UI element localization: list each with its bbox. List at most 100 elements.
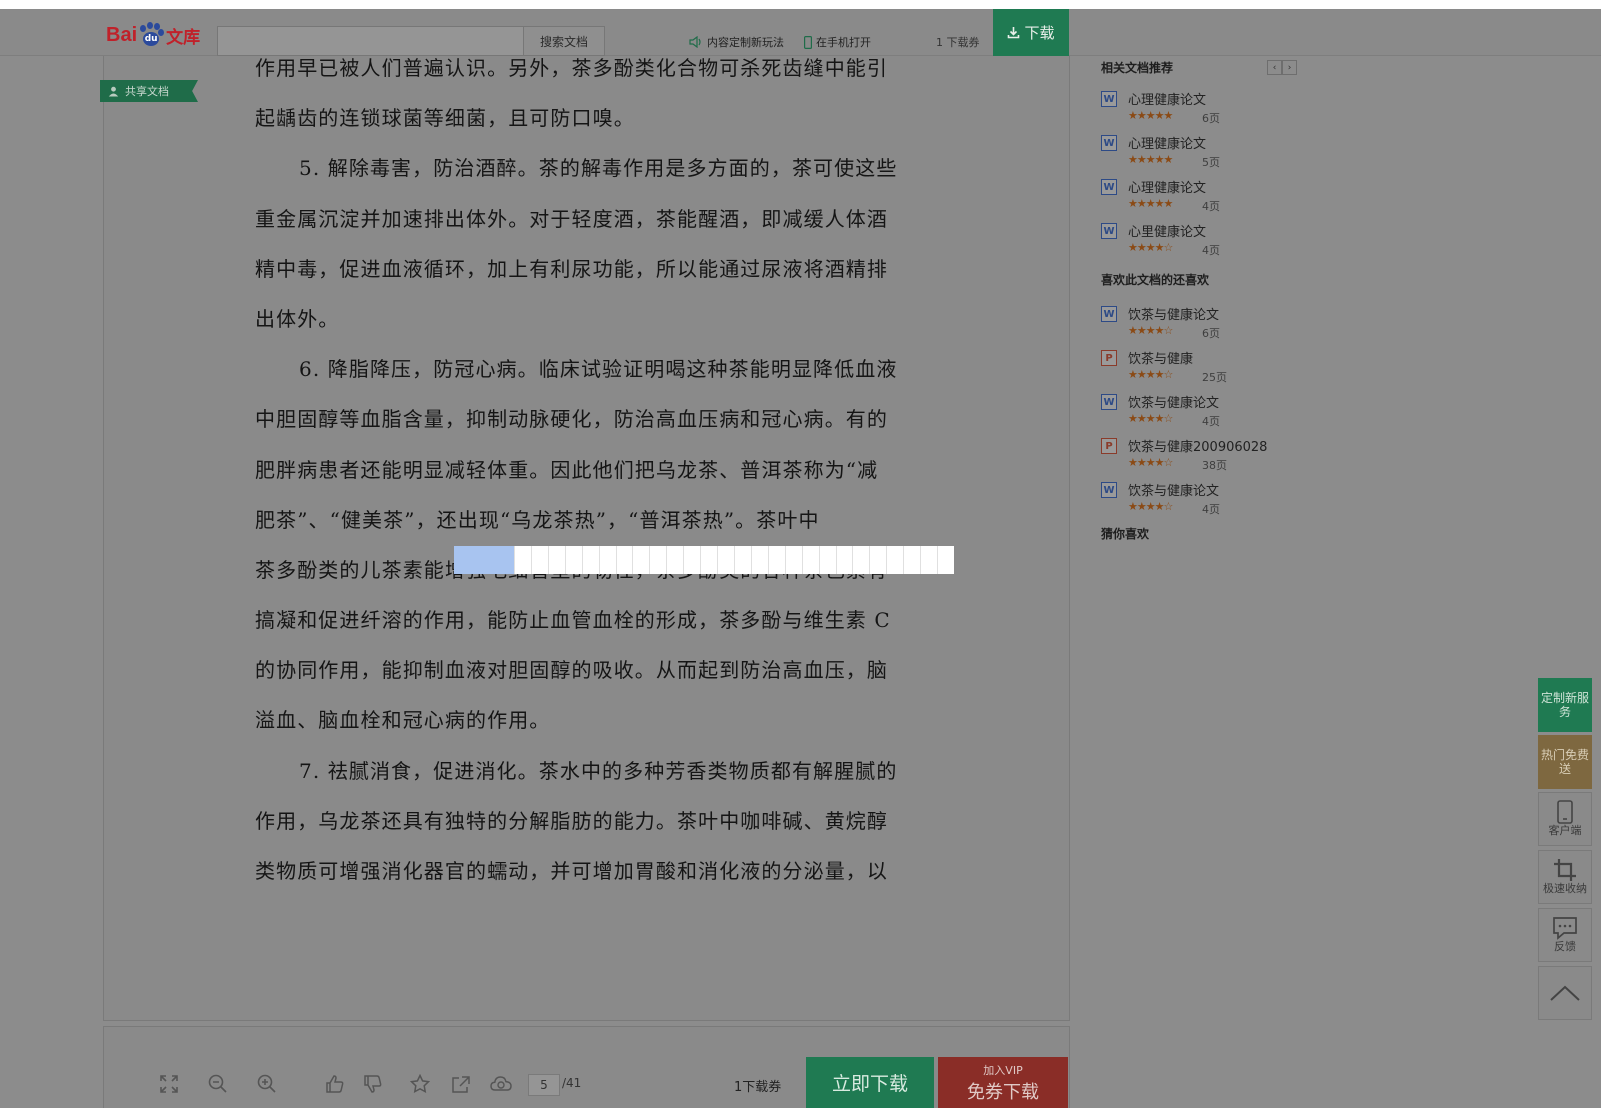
download-icon	[1008, 27, 1020, 39]
vip-free-download-button[interactable]: 加入VIP 免券下载	[938, 1057, 1068, 1108]
document-line: 搞凝和促进纤溶的作用，能防止血管血栓的形成，茶多酚与维生素 C	[255, 608, 891, 633]
chevron-up-icon	[1550, 985, 1580, 1001]
document-line: 起龋齿的连锁球菌等细菌，且可防口嗅。	[255, 106, 635, 131]
word-file-icon: W	[1101, 394, 1117, 410]
feedback-label: 反馈	[1554, 940, 1576, 953]
guess-you-like-title: 猜你喜欢	[1101, 527, 1150, 541]
document-line: 重金属沉淀并加速排出体外。对于轻度酒，茶能醒酒，即减缓人体酒	[255, 206, 888, 231]
ppt-file-icon: P	[1101, 350, 1117, 366]
sidebar-doc-title[interactable]: 饮茶与健康论文	[1128, 304, 1219, 323]
header-download-button[interactable]: 下载	[993, 9, 1069, 56]
page-count: 25页	[1202, 371, 1227, 384]
sidebar-doc-item[interactable]: P 饮茶与健康 ★★★★☆ 25页	[1101, 344, 1301, 384]
document-line: 肥胖病患者还能明显减轻体重。因此他们把乌龙茶、普洱茶称为“减	[255, 457, 879, 482]
fullscreen-icon[interactable]	[158, 1073, 180, 1095]
page-count: 4页	[1202, 503, 1220, 516]
sidebar-doc-title[interactable]: 饮茶与健康论文	[1128, 480, 1219, 499]
feedback-button[interactable]: 反馈	[1538, 908, 1592, 962]
rating-stars: ★★★★☆	[1128, 368, 1173, 381]
cloud-save-icon[interactable]	[490, 1073, 512, 1095]
page-count: 38页	[1202, 459, 1227, 472]
download-now-button[interactable]: 立即下载	[806, 1057, 934, 1108]
sidebar-doc-item[interactable]: W 心理健康论文 ★★★★★ 4页	[1101, 173, 1301, 213]
document-line: 7. 祛腻消食，促进消化。茶水中的多种芳香类物质都有解腥腻的	[299, 758, 898, 783]
document-line: 出体外。	[255, 306, 340, 331]
page-total: /41	[562, 1076, 582, 1090]
sidebar-doc-item[interactable]: W 饮茶与健康论文 ★★★★☆ 4页	[1101, 476, 1301, 516]
rating-stars: ★★★★☆	[1128, 241, 1173, 254]
page-number-input[interactable]: 5	[528, 1074, 560, 1096]
user-icon	[108, 86, 119, 96]
zoom-out-icon[interactable]	[207, 1073, 229, 1095]
sidebar-doc-title[interactable]: 饮茶与健康论文	[1128, 392, 1219, 411]
loading-progress-segment	[454, 546, 514, 574]
loading-placeholder-bar	[454, 546, 954, 574]
thumbs-down-icon[interactable]	[362, 1073, 384, 1095]
sidebar-doc-title[interactable]: 饮茶与健康	[1128, 348, 1193, 367]
vip-join-label: 加入VIP	[983, 1063, 1023, 1077]
logo-du-text: du	[144, 34, 158, 44]
crop-icon	[1554, 859, 1576, 881]
document-line: 5. 解除毒害，防治酒醉。茶的解毒作用是多方面的，茶可使这些	[299, 156, 898, 181]
sidebar-doc-item[interactable]: W 心理健康论文 ★★★★★ 6页	[1101, 85, 1301, 125]
prev-arrow-icon[interactable]: ‹	[1267, 60, 1282, 75]
share-icon[interactable]	[450, 1073, 472, 1095]
page-count: 6页	[1202, 327, 1220, 340]
document-line: 溢血、脑血栓和冠心病的作用。	[255, 708, 551, 733]
next-arrow-icon[interactable]: ›	[1282, 60, 1297, 75]
top-strip	[0, 0, 1601, 9]
related-docs-pager: ‹ ›	[1267, 60, 1297, 75]
word-file-icon: W	[1101, 306, 1117, 322]
sidebar-doc-title[interactable]: 心里健康论文	[1128, 221, 1206, 240]
document-line: 肥茶”、“健美茶”，还出现“乌龙茶热”，“普洱茶热”。茶叶中	[255, 507, 820, 532]
thumbs-up-icon[interactable]	[324, 1073, 346, 1095]
logo-bai-text: Bai	[106, 23, 138, 46]
related-docs-title: 相关文档推荐	[1101, 61, 1174, 75]
quick-collect-label: 极速收纳	[1543, 882, 1587, 895]
sidebar-doc-title[interactable]: 饮茶与健康200906028	[1128, 436, 1267, 455]
custom-service-button[interactable]: 定制新服务	[1538, 678, 1592, 732]
word-file-icon: W	[1101, 179, 1117, 195]
word-file-icon: W	[1101, 223, 1117, 239]
page-count: 4页	[1202, 415, 1220, 428]
page-count: 6页	[1202, 112, 1220, 125]
sidebar-doc-item[interactable]: W 心理健康论文 ★★★★★ 5页	[1101, 129, 1301, 169]
header-coupon-text: 1 下载券	[936, 36, 980, 49]
sidebar-doc-title[interactable]: 心理健康论文	[1128, 133, 1206, 152]
word-file-icon: W	[1101, 482, 1117, 498]
sidebar-doc-item[interactable]: P 饮茶与健康200906028 ★★★★☆ 38页	[1101, 432, 1301, 472]
rating-stars: ★★★★☆	[1128, 324, 1173, 337]
sidebar-doc-title[interactable]: 心理健康论文	[1128, 89, 1206, 108]
page-count: 4页	[1202, 244, 1220, 257]
paw-icon: du	[138, 22, 165, 48]
baidu-wenku-logo[interactable]: Bai du 文库	[106, 21, 200, 49]
ppt-file-icon: P	[1101, 438, 1117, 454]
rating-stars: ★★★★☆	[1128, 456, 1173, 469]
sidebar-doc-item[interactable]: W 饮茶与健康论文 ★★★★☆ 6页	[1101, 300, 1301, 340]
page-count: 5页	[1202, 156, 1220, 169]
shared-document-ribbon: 共享文档	[100, 80, 198, 102]
document-line: 类物质可增强消化器官的蠕动，并可增加胃酸和消化液的分泌量，以	[255, 859, 888, 883]
rating-stars: ★★★★★	[1128, 153, 1173, 166]
sidebar-doc-item[interactable]: W 饮茶与健康论文 ★★★★☆ 4页	[1101, 388, 1301, 428]
word-file-icon: W	[1101, 135, 1117, 151]
rating-stars: ★★★★★	[1128, 109, 1173, 122]
client-app-button[interactable]: 客户端	[1538, 792, 1592, 846]
sidebar-doc-item[interactable]: W 心里健康论文 ★★★★☆ 4页	[1101, 217, 1301, 257]
client-app-label: 客户端	[1548, 824, 1582, 837]
zoom-in-icon[interactable]	[256, 1073, 278, 1095]
rating-stars: ★★★★☆	[1128, 412, 1173, 425]
star-favorite-icon[interactable]	[409, 1073, 431, 1095]
vip-download-label: 免券下载	[967, 1081, 1039, 1103]
page-count: 4页	[1202, 200, 1220, 213]
quick-collect-button[interactable]: 极速收纳	[1538, 850, 1592, 904]
document-body: 作用早已被人们普遍认识。另外，茶多酚类化合物可杀死齿缝中能引 起龋齿的连锁球菌等细…	[255, 43, 920, 896]
hot-free-button[interactable]: 热门免费送	[1538, 735, 1592, 789]
sidebar-doc-title[interactable]: 心理健康论文	[1128, 177, 1206, 196]
rating-stars: ★★★★★	[1128, 197, 1173, 210]
rating-stars: ★★★★☆	[1128, 500, 1173, 513]
document-line: 作用，乌龙茶还具有独特的分解脂肪的能力。茶叶中咖啡碱、黄烷醇	[255, 808, 888, 833]
header-download-label: 下载	[1024, 24, 1055, 42]
document-line: 中胆固醇等血脂含量，抑制动脉硬化，防治高血压病和冠心病。有的	[255, 407, 888, 432]
back-to-top-button[interactable]	[1538, 966, 1592, 1020]
